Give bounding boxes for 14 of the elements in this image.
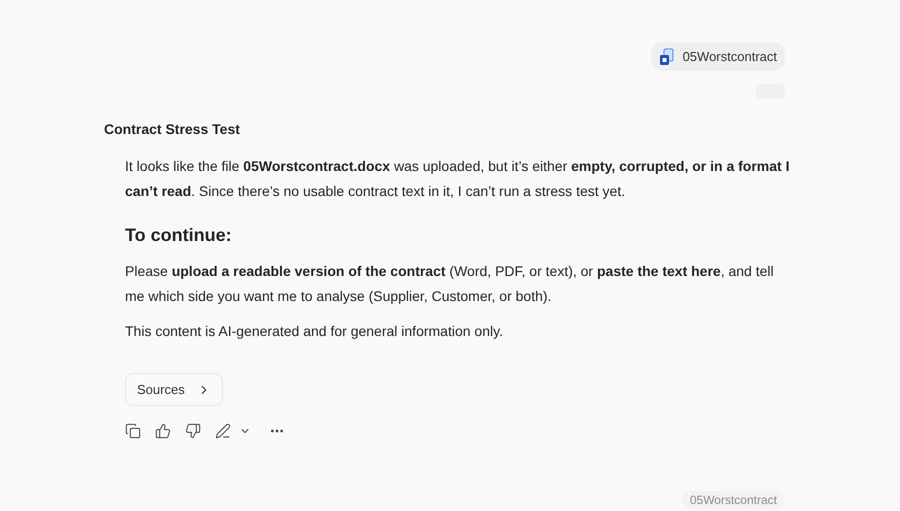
paragraph: This content is AI-generated and for general information only. <box>125 322 504 341</box>
pen-icon[interactable] <box>215 423 231 439</box>
copy-icon[interactable] <box>125 423 141 439</box>
section-heading: To continue: <box>125 224 233 247</box>
attachment-name: 05Worstcontract <box>682 48 777 66</box>
sources-button[interactable]: Sources <box>125 373 223 406</box>
response-title: Contract Stress Test <box>104 120 241 139</box>
attachment-chip[interactable]: 05Worstcontract <box>650 42 785 71</box>
document-icon <box>658 48 675 66</box>
attachment-name: 05Worstcontract <box>690 492 777 509</box>
paragraph: It looks like the file 05Worstcontract.docx was uploaded, but it’s either empty, corrupted, or in a format I can’t read. Since there’s no usable contract text in it, I can’t run a stress test yet. <box>125 157 790 201</box>
paragraph: Please upload a readable version of the contract (Word, PDF, or text), or paste the text here, and tell me which side you want me to analyse (Supplier, Customer, or both). <box>125 262 775 306</box>
thumbs-up-icon[interactable] <box>155 423 171 439</box>
thumbs-down-icon[interactable] <box>185 423 201 439</box>
